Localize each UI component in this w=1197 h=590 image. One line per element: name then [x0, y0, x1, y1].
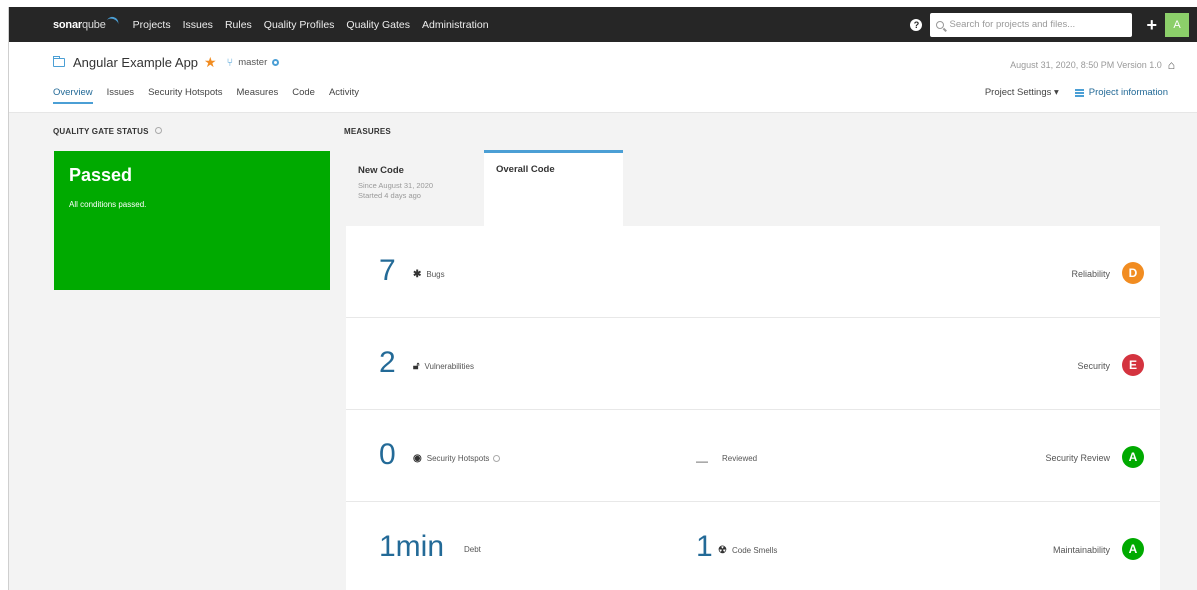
top-navbar: sonar qube Projects Issues Rules Quality …	[9, 7, 1197, 42]
measure-row-maintainability: 1min Debt 1 ☢ Code Smells Maintainabilit…	[346, 502, 1160, 590]
vulnerabilities-count[interactable]: 2	[379, 348, 396, 378]
nav-issues[interactable]: Issues	[183, 19, 213, 31]
quality-gate-title: QUALITY GATE STATUS	[53, 127, 163, 136]
security-review-rating-badge[interactable]: A	[1122, 446, 1144, 468]
project-information-link[interactable]: Project information	[1074, 87, 1168, 98]
vulnerabilities-label-group: 🔓︎ Vulnerabilities	[413, 361, 474, 372]
nav-right-group: ? Search for projects and files... + A	[910, 7, 1197, 42]
project-title-row: Angular Example App ★ ⑂ master	[52, 54, 280, 71]
list-icon	[1074, 88, 1084, 97]
tab-security-hotspots[interactable]: Security Hotspots	[148, 87, 222, 104]
tab-overall-code[interactable]: Overall Code	[484, 150, 623, 226]
nav-administration[interactable]: Administration	[422, 19, 489, 31]
tab-measures[interactable]: Measures	[237, 87, 279, 104]
maintainability-rating-badge[interactable]: A	[1122, 538, 1144, 560]
nav-quality-profiles[interactable]: Quality Profiles	[264, 19, 335, 31]
nav-projects[interactable]: Projects	[133, 19, 171, 31]
tab-overview[interactable]: Overview	[53, 87, 93, 104]
new-code-started: Started 4 days ago	[358, 191, 421, 201]
security-review-label: Security Review	[1045, 453, 1110, 463]
measures-panel: 7 ✱ Bugs Reliability D 2 🔓︎ Vulnerabilit…	[346, 226, 1160, 590]
info-icon[interactable]	[493, 455, 501, 462]
tab-code[interactable]: Code	[292, 87, 315, 104]
bugs-label: Bugs	[426, 270, 445, 279]
analysis-meta: August 31, 2020, 8:50 PM Version 1.0 ⌂	[1010, 58, 1175, 72]
branch-name[interactable]: master	[238, 57, 267, 68]
bugs-count[interactable]: 7	[379, 256, 396, 286]
search-icon	[936, 20, 945, 29]
search-input[interactable]: Search for projects and files...	[930, 12, 1133, 37]
logo-text-qube: qube	[81, 18, 106, 31]
analysis-date-version: August 31, 2020, 8:50 PM Version 1.0	[1010, 60, 1162, 70]
code-smells-label-group: ☢ Code Smells	[718, 545, 777, 556]
avatar[interactable]: A	[1165, 12, 1189, 37]
code-smell-icon: ☢	[718, 545, 727, 556]
debt-label-group: Debt	[464, 545, 481, 554]
measure-row-security-hotspots: 0 ◉ Security Hotspots — Reviewed Securit…	[346, 410, 1160, 502]
bugs-label-group: ✱ Bugs	[413, 269, 445, 280]
reviewed-value: —	[696, 454, 708, 468]
new-code-title: New Code	[358, 165, 404, 176]
shield-icon: ◉	[413, 453, 422, 464]
overall-code-title: Overall Code	[496, 164, 555, 175]
project-name[interactable]: Angular Example App	[73, 55, 198, 70]
quality-gate-subtitle: All conditions passed.	[69, 200, 147, 209]
search-placeholder: Search for projects and files...	[949, 19, 1076, 30]
bug-icon: ✱	[413, 269, 422, 280]
security-rating-badge[interactable]: E	[1122, 354, 1144, 376]
tab-activity[interactable]: Activity	[329, 87, 359, 104]
vulnerabilities-label: Vulnerabilities	[424, 362, 474, 371]
quality-gate-title-text: QUALITY GATE STATUS	[53, 127, 149, 136]
maintainability-label: Maintainability	[1052, 545, 1110, 555]
app-window: sonar qube Projects Issues Rules Quality …	[8, 7, 1197, 590]
tab-new-code[interactable]: New Code Since August 31, 2020 Started 4…	[346, 155, 484, 225]
branch-settings-icon[interactable]	[272, 59, 280, 66]
reliability-label: Reliability	[1071, 269, 1110, 279]
branch-icon: ⑂	[226, 56, 234, 69]
logo-wave-icon	[105, 14, 120, 27]
measures-title: MEASURES	[344, 127, 391, 136]
info-icon[interactable]	[155, 127, 163, 134]
create-button[interactable]: +	[1146, 16, 1157, 34]
project-settings-dropdown[interactable]: Project Settings ▾	[985, 87, 1059, 98]
reliability-rating-badge[interactable]: D	[1122, 262, 1144, 284]
project-header: Angular Example App ★ ⑂ master August 31…	[9, 42, 1197, 113]
logo-text-sonar: sonar	[53, 18, 82, 31]
security-hotspots-label-group: ◉ Security Hotspots	[413, 453, 501, 464]
home-icon[interactable]: ⌂	[1168, 58, 1175, 72]
measure-row-bugs: 7 ✱ Bugs Reliability D	[346, 226, 1160, 318]
measure-row-vulnerabilities: 2 🔓︎ Vulnerabilities Security E	[346, 318, 1160, 410]
code-smells-label: Code Smells	[731, 546, 778, 555]
quality-gate-status: Passed	[69, 165, 133, 185]
reviewed-label: Reviewed	[722, 454, 758, 463]
favorite-star-icon[interactable]: ★	[204, 54, 217, 71]
project-information-label: Project information	[1088, 87, 1168, 98]
sonarqube-logo[interactable]: sonar qube	[53, 14, 120, 31]
project-tabs: Overview Issues Security Hotspots Measur…	[53, 87, 373, 104]
security-hotspots-label: Security Hotspots	[426, 454, 490, 463]
project-folder-icon	[52, 56, 65, 67]
nav-quality-gates[interactable]: Quality Gates	[346, 19, 410, 31]
lock-icon: 🔓︎	[413, 361, 420, 372]
new-code-since: Since August 31, 2020	[358, 181, 434, 190]
debt-label: Debt	[464, 545, 481, 554]
code-smells-count[interactable]: 1	[696, 532, 713, 562]
project-actions: Project Settings ▾ Project information	[985, 87, 1168, 98]
help-icon[interactable]: ?	[910, 18, 923, 31]
quality-gate-card: Passed All conditions passed.	[54, 151, 330, 290]
tab-issues[interactable]: Issues	[107, 87, 134, 104]
security-hotspots-count[interactable]: 0	[379, 440, 396, 470]
debt-value[interactable]: 1min	[379, 532, 444, 562]
security-label: Security	[1077, 361, 1110, 371]
nav-rules[interactable]: Rules	[225, 19, 252, 31]
